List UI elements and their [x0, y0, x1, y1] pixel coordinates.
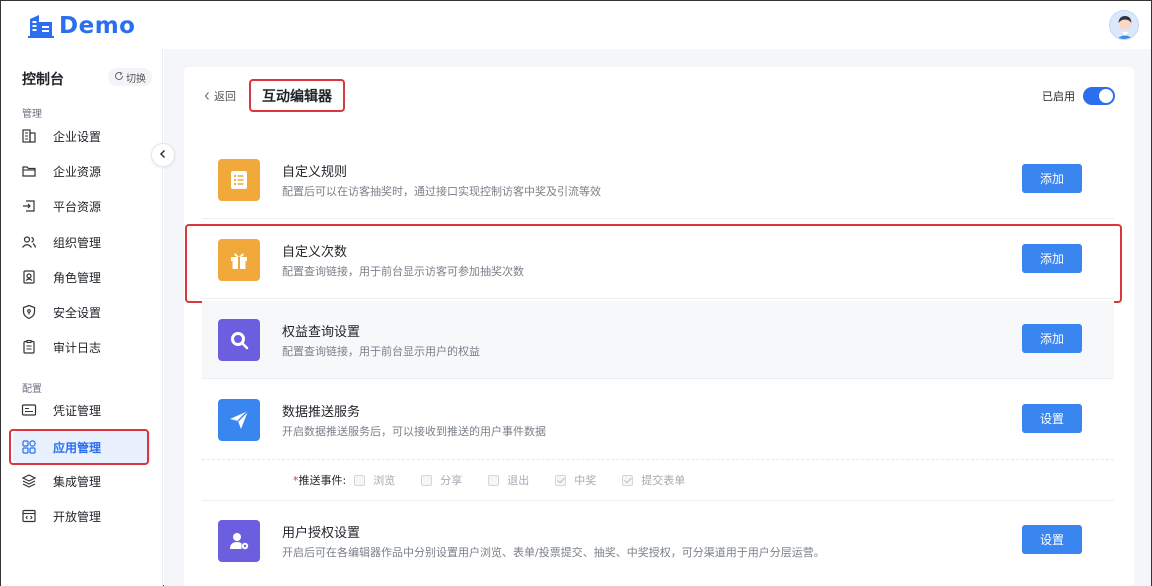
checkbox-checked[interactable]: [555, 474, 567, 486]
collapse-sidebar-button[interactable]: [151, 143, 175, 167]
push-events-label: *推送事件:: [293, 474, 347, 487]
layers-icon: [21, 473, 37, 489]
gift-icon: [218, 239, 260, 281]
sidebar-item-label: 集成管理: [53, 474, 102, 489]
event-option-win[interactable]: 中奖: [555, 472, 596, 488]
code-icon: [21, 508, 37, 524]
feature-row-benefit-query: 权益查询设置 配置查询链接，用于前台显示用户的权益 添加: [202, 301, 1114, 379]
checkbox-checked[interactable]: [622, 474, 634, 486]
add-custom-rules-button[interactable]: 添加: [1022, 164, 1082, 193]
feature-name: 数据推送服务: [282, 405, 361, 420]
sidebar-item-label: 角色管理: [53, 270, 102, 285]
sidebar-item-label: 平台资源: [53, 199, 102, 214]
sidebar-item-enterprise-resources[interactable]: 企业资源: [13, 155, 151, 187]
add-custom-count-button[interactable]: 添加: [1022, 244, 1082, 273]
event-option-submit-form[interactable]: 提交表单: [622, 472, 685, 488]
role-icon: [21, 269, 37, 285]
top-header: Demo: [1, 1, 1151, 49]
building-icon: [21, 128, 37, 144]
sidebar-item-security-settings[interactable]: 安全设置: [13, 296, 151, 328]
data-push-settings-button[interactable]: 设置: [1022, 404, 1082, 433]
logo[interactable]: Demo: [27, 13, 135, 39]
page-title: 互动编辑器: [262, 88, 332, 105]
sidebar-item-label: 安全设置: [53, 305, 102, 320]
feature-name: 自定义规则: [282, 165, 348, 180]
feature-description: 开启后可在各编辑器作品中分别设置用户浏览、表单/投票提交、抽奖、中奖授权，可分渠…: [282, 546, 825, 559]
switch-label: 切换: [126, 73, 146, 85]
sidebar-item-label: 审计日志: [53, 340, 102, 355]
group-label-config: 配置: [22, 384, 42, 395]
logo-text: Demo: [59, 13, 136, 39]
feature-description: 配置查询链接，用于前台显示访客可参加抽奖次数: [282, 265, 524, 278]
checkbox[interactable]: [421, 474, 433, 486]
feature-description: 开启数据推送服务后，可以接收到推送的用户事件数据: [282, 425, 546, 438]
feature-name: 自定义次数: [282, 245, 348, 260]
sidebar-item-label: 企业设置: [53, 129, 102, 144]
sidebar-item-open-management[interactable]: 开放管理: [13, 500, 151, 532]
feature-description: 配置查询链接，用于前台显示用户的权益: [282, 345, 480, 358]
sidebar-item-label: 组织管理: [53, 235, 102, 250]
user-avatar[interactable]: [1109, 10, 1139, 40]
console-row: 控制台 切换: [22, 68, 152, 88]
sidebar-item-platform-resources[interactable]: 平台资源: [13, 190, 151, 222]
list-icon: [218, 159, 260, 201]
import-icon: [21, 198, 37, 214]
sidebar-item-label: 企业资源: [53, 164, 102, 179]
send-icon: [218, 399, 260, 441]
feature-row-data-push: 数据推送服务 开启数据推送服务后，可以接收到推送的用户事件数据 设置: [202, 381, 1114, 459]
switch-button[interactable]: 切换: [108, 68, 152, 86]
event-option-exit[interactable]: 退出: [488, 472, 529, 488]
page-title-box: 互动编辑器: [249, 79, 345, 112]
clipboard-icon: [21, 339, 37, 355]
card-icon: [21, 402, 37, 418]
logo-building-icon: [27, 13, 55, 39]
sidebar-item-label: 凭证管理: [53, 403, 102, 418]
highlight-outline-app-management: [9, 429, 149, 465]
group-label-manage: 管理: [22, 109, 42, 120]
sidebar-item-audit-log[interactable]: 审计日志: [13, 331, 151, 363]
event-option-view[interactable]: 浏览: [354, 472, 395, 488]
feature-name: 权益查询设置: [282, 325, 361, 340]
back-label: 返回: [214, 90, 236, 103]
checkbox[interactable]: [354, 474, 366, 486]
chevron-left-icon: [158, 148, 168, 163]
sidebar-item-role-management[interactable]: 角色管理: [13, 261, 151, 293]
refresh-icon: [114, 71, 124, 84]
enabled-toggle[interactable]: [1083, 87, 1115, 105]
checkbox[interactable]: [488, 474, 500, 486]
users-icon: [21, 234, 37, 250]
add-benefit-query-button[interactable]: 添加: [1022, 324, 1082, 353]
sidebar-item-label: 开放管理: [53, 509, 102, 524]
sidebar-item-credential-management[interactable]: 凭证管理: [13, 394, 151, 426]
sidebar-item-org-management[interactable]: 组织管理: [13, 226, 151, 258]
enabled-label: 已启用: [1042, 90, 1075, 103]
feature-description: 配置后可以在访客抽奖时，通过接口实现控制访客中奖及引流等效: [282, 185, 601, 198]
feature-name: 用户授权设置: [282, 526, 361, 541]
back-link[interactable]: 返回: [204, 88, 236, 104]
feature-row-custom-rules: 自定义规则 配置后可以在访客抽奖时，通过接口实现控制访客中奖及引流等效 添加: [202, 141, 1114, 219]
sidebar-item-enterprise-settings[interactable]: 企业设置: [13, 120, 151, 152]
feature-row-custom-count: 自定义次数 配置查询链接，用于前台显示访客可参加抽奖次数 添加: [202, 221, 1114, 299]
chevron-left-icon: [204, 90, 210, 103]
event-option-share[interactable]: 分享: [421, 472, 462, 488]
folder-icon: [21, 163, 37, 179]
search-icon: [218, 319, 260, 361]
user-auth-icon: [218, 520, 260, 562]
console-title: 控制台: [22, 72, 64, 88]
feature-row-user-auth: 用户授权设置 开启后可在各编辑器作品中分别设置用户浏览、表单/投票提交、抽奖、中…: [202, 502, 1114, 580]
enabled-status: 已启用: [1042, 87, 1115, 105]
push-events-row: *推送事件: 浏览 分享 退出 中奖 提交表单: [202, 459, 1114, 501]
shield-icon: [21, 304, 37, 320]
sidebar-item-integration-management[interactable]: 集成管理: [13, 465, 151, 497]
user-auth-settings-button[interactable]: 设置: [1022, 525, 1082, 554]
